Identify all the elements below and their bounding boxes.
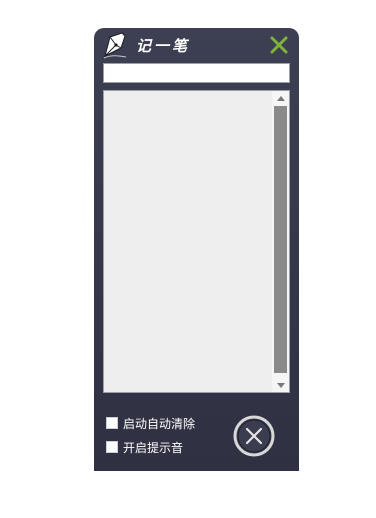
- sound-alert-label: 开启提示音: [123, 440, 184, 455]
- pen-nib-icon: [102, 31, 132, 59]
- note-body-container: [103, 90, 290, 393]
- auto-clear-option[interactable]: 启动自动清除: [106, 415, 195, 431]
- auto-clear-checkbox[interactable]: [106, 417, 118, 429]
- vertical-scrollbar[interactable]: [272, 91, 289, 392]
- auto-clear-label: 启动自动清除: [123, 416, 196, 431]
- note-body-textarea[interactable]: [104, 91, 272, 392]
- scroll-thumb[interactable]: [274, 106, 287, 373]
- note-window: 记一笔 启动自动清除 开启提示音: [94, 28, 299, 471]
- scroll-down-arrow-icon[interactable]: [272, 378, 289, 392]
- sound-alert-checkbox[interactable]: [106, 441, 118, 453]
- title-bar[interactable]: 记一笔: [94, 28, 299, 62]
- note-title-input[interactable]: [103, 63, 290, 83]
- circle-x-icon: [233, 415, 275, 461]
- close-icon[interactable]: [270, 36, 288, 54]
- scroll-up-arrow-icon[interactable]: [272, 91, 289, 105]
- sound-alert-option[interactable]: 开启提示音: [106, 439, 183, 455]
- app-title: 记一笔: [136, 37, 191, 55]
- clear-button[interactable]: [233, 415, 275, 457]
